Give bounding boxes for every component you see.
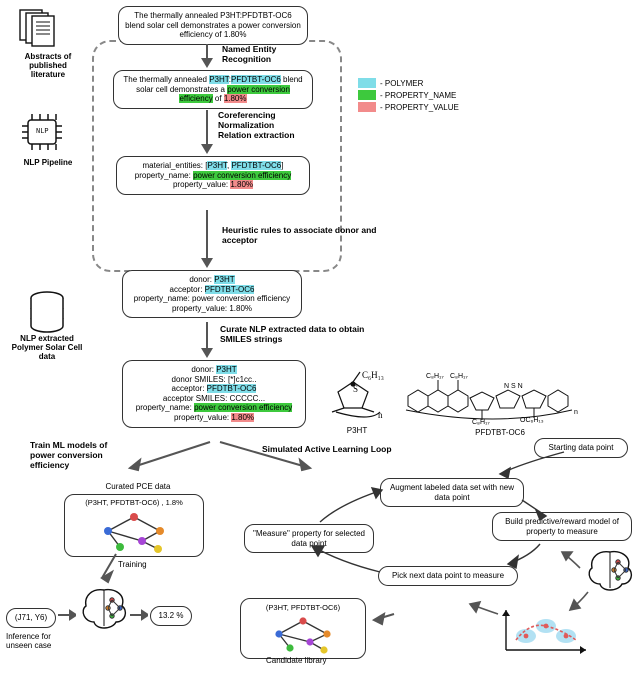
arrow-line — [206, 110, 208, 144]
graph-icon — [94, 509, 174, 553]
chem: P3HT:PFDTBT-OC6 — [220, 11, 292, 20]
t: The thermally annealed — [134, 11, 220, 20]
docs-icon: Abstracts of published literature — [18, 8, 78, 79]
plot-icon — [500, 606, 590, 658]
curated-title: Curated PCE data — [88, 482, 188, 491]
al-arrows — [240, 444, 640, 604]
mol1-label: P3HT — [322, 426, 392, 435]
box-raw-text: The thermally annealed P3HT:PFDTBT-OC6 b… — [118, 6, 308, 45]
arrow-head — [200, 258, 214, 268]
legend-swatch-propval — [358, 102, 376, 112]
legend-swatch-propname — [358, 90, 376, 100]
box-ner: The thermally annealed P3HT:PFDTBT-OC6 b… — [113, 70, 313, 109]
arrow-head — [200, 58, 214, 68]
candidate-label: Candidate library — [266, 656, 326, 665]
graph-icon — [266, 614, 340, 654]
training-label: Training — [118, 560, 147, 569]
legend: - POLYMER - PROPERTY_NAME - PROPERTY_VAL… — [358, 76, 459, 114]
arrow-line — [206, 44, 208, 58]
nlp-pipeline-label: NLP Pipeline — [18, 158, 78, 167]
nlp-data-label: NLP extracted Polymer Solar Cell data — [10, 334, 84, 361]
legend-swatch-polymer — [358, 78, 376, 88]
svg-text:C₈H₁₇: C₈H₁₇ — [472, 419, 490, 426]
svg-text:N S N: N S N — [504, 383, 523, 390]
box-smiles: donor: P3HT donor SMILES: [*]c1cc.. acce… — [122, 360, 306, 428]
box-extracted: material_entities: [P3HT, PFDTBT-OC6] pr… — [116, 156, 310, 195]
arrow-line — [206, 210, 208, 258]
molecule-pfdtbt: C₈H₁₇ C₈H₁₇ C₈H₁₇ OC₆H₁₃ N S N n PFDTBT-OC… — [400, 366, 600, 437]
inf-input: (J71, Y6) — [6, 608, 56, 628]
svg-text:n: n — [378, 410, 383, 420]
t: blend solar cell demonstrates a power co… — [125, 21, 301, 40]
label-ner: Named Entity Recognition — [222, 44, 322, 64]
svg-text:n: n — [574, 409, 578, 416]
svg-text:C₈H₁₇: C₈H₁₇ — [426, 373, 444, 380]
database-icon: NLP extracted Polymer Solar Cell data — [10, 290, 84, 361]
arrow — [58, 608, 76, 622]
arrow — [466, 600, 502, 620]
inf-caption: Inference for unseen case — [6, 632, 70, 650]
brain-icon — [78, 586, 130, 634]
arrow-head — [200, 348, 214, 358]
svg-text:C₈H₁₇: C₈H₁₇ — [450, 373, 468, 380]
arrow — [368, 608, 398, 628]
nlp-chip-icon: NLP NLP Pipeline — [18, 110, 78, 167]
box-donor-acceptor: donor: P3HT acceptor: PFDTBT-OC6 propert… — [122, 270, 302, 318]
arrow-head — [200, 144, 214, 154]
label-curate: Curate NLP extracted data to obtain SMIL… — [220, 324, 390, 344]
arrow — [556, 546, 586, 574]
label-cnr: Coreferencing Normalization Relation ext… — [218, 110, 328, 140]
inf-output: 13.2 % — [150, 606, 192, 626]
label-train: Train ML models of power conversion effi… — [30, 440, 130, 470]
arrow-line — [206, 322, 208, 348]
svg-text:S: S — [353, 384, 358, 394]
brain-icon-right — [584, 548, 636, 596]
docs-label: Abstracts of published literature — [18, 52, 78, 79]
molecule-p3ht: C₆H₁₃ S n P3HT — [322, 370, 392, 435]
chip-label: NLP — [36, 128, 49, 136]
label-heuristic: Heuristic rules to associate donor and a… — [222, 225, 382, 245]
candidate-box: (P3HT, PFDTBT-OC6) — [240, 598, 366, 659]
val: 1.80% — [224, 30, 247, 39]
svg-text:C₆H₁₃: C₆H₁₃ — [362, 370, 384, 380]
svg-text:OC₆H₁₃: OC₆H₁₃ — [520, 417, 544, 424]
arrow — [130, 608, 148, 622]
curated-box: (P3HT, PFDTBT-OC6) , 1.8% — [64, 494, 204, 557]
mol2-label: PFDTBT-OC6 — [400, 428, 600, 437]
